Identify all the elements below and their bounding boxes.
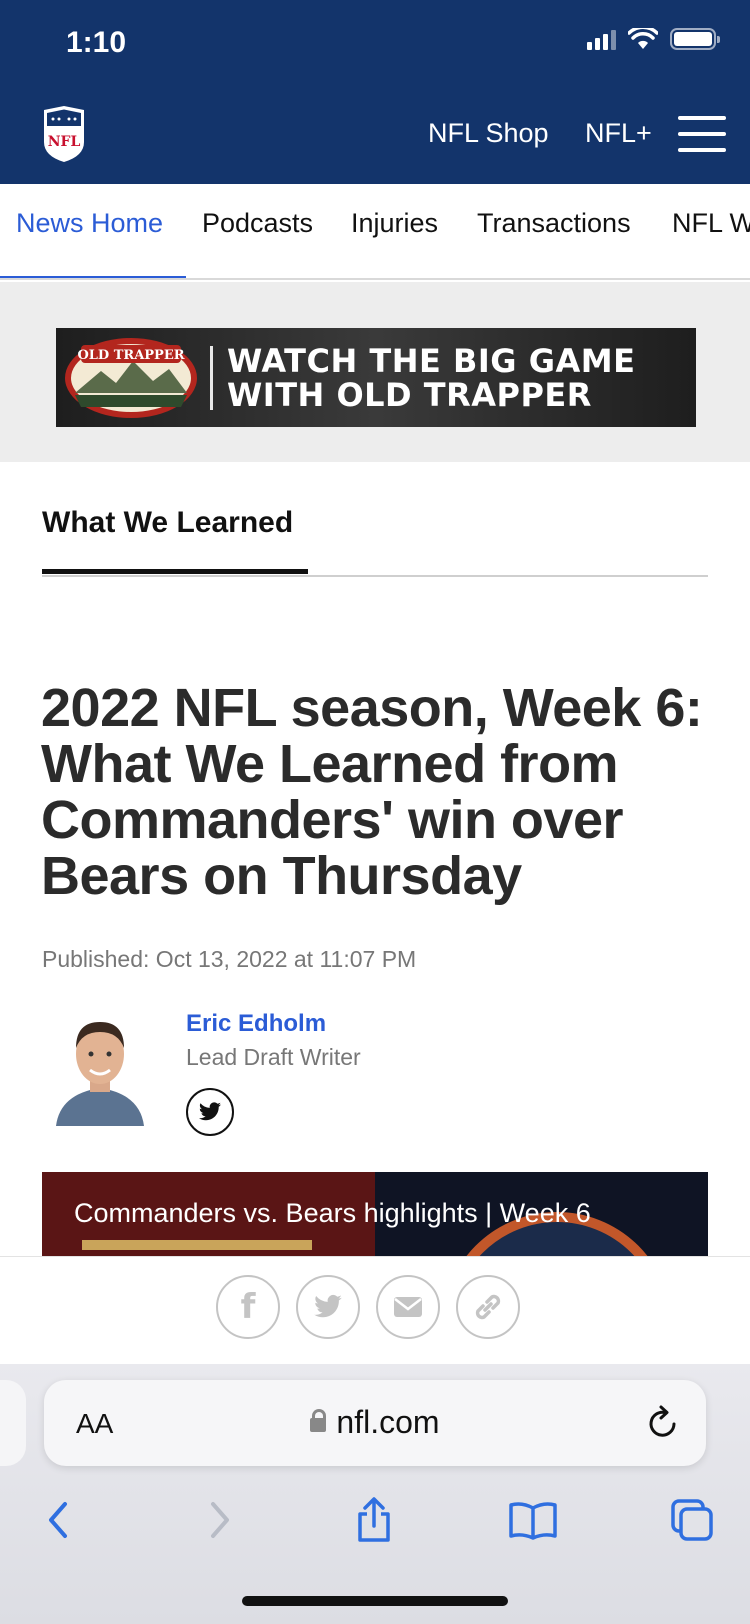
browser-toolbar: AA nfl.com xyxy=(0,1364,750,1624)
ad-brand-text: OLD TRAPPER xyxy=(77,348,184,363)
author-avatar[interactable] xyxy=(56,1008,144,1126)
video-title: Commanders vs. Bears highlights | Week 6 xyxy=(74,1198,591,1228)
cellular-signal-icon xyxy=(587,28,616,50)
article-headline: 2022 NFL season, Week 6: What We Learned… xyxy=(41,678,703,906)
ad-line-1: WATCH THE BIG GAME xyxy=(227,341,636,380)
ad-banner[interactable]: OLD TRAPPER WATCH THE BIG GAME WITH OLD … xyxy=(56,328,696,427)
status-time: 1:10 xyxy=(66,26,127,59)
share-email-button[interactable] xyxy=(376,1275,440,1339)
subnav-item-injuries[interactable]: Injuries xyxy=(351,208,438,239)
author-name-link[interactable]: Eric Edholm xyxy=(186,1010,326,1038)
tabs-icon xyxy=(671,1499,713,1541)
video-thumbnail-logo xyxy=(82,1240,312,1250)
twitter-icon xyxy=(199,1102,221,1121)
share-twitter-button[interactable] xyxy=(296,1275,360,1339)
section-divider xyxy=(42,575,708,577)
sub-nav: News Home Podcasts Injuries Transactions… xyxy=(0,184,750,280)
previous-tab-preview[interactable] xyxy=(0,1380,26,1466)
address-bar[interactable]: AA nfl.com xyxy=(44,1380,706,1466)
section-active-indicator xyxy=(42,569,308,574)
battery-icon xyxy=(670,28,720,50)
share-icon xyxy=(358,1497,390,1542)
subnav-item-nfl-w[interactable]: NFL W xyxy=(672,208,750,239)
share-bar: f xyxy=(0,1256,750,1364)
svg-text:NFL: NFL xyxy=(48,134,81,150)
menu-icon[interactable] xyxy=(678,116,726,152)
subnav-item-transactions[interactable]: Transactions xyxy=(477,208,631,239)
lock-icon xyxy=(310,1408,327,1432)
share-button[interactable] xyxy=(346,1492,402,1548)
ad-band: OLD TRAPPER WATCH THE BIG GAME WITH OLD … xyxy=(0,282,750,462)
bookmarks-button[interactable] xyxy=(505,1492,561,1548)
forward-button[interactable] xyxy=(192,1492,248,1548)
video-player[interactable]: Commanders vs. Bears highlights | Week 6 xyxy=(42,1172,708,1256)
reload-icon[interactable] xyxy=(646,1404,680,1440)
email-icon xyxy=(394,1297,422,1317)
back-button[interactable] xyxy=(30,1492,86,1548)
published-date: Published: Oct 13, 2022 at 11:07 PM xyxy=(42,946,417,972)
chevron-right-icon xyxy=(211,1502,229,1538)
author-twitter-button[interactable] xyxy=(186,1088,234,1136)
twitter-icon xyxy=(314,1294,342,1318)
ad-divider xyxy=(210,345,213,410)
home-indicator[interactable] xyxy=(242,1596,508,1606)
nfl-logo[interactable]: NFL xyxy=(40,104,88,164)
section-tab-what-we-learned[interactable]: What We Learned xyxy=(42,506,293,540)
subnav-item-podcasts[interactable]: Podcasts xyxy=(202,208,313,239)
old-trapper-logo: OLD TRAPPER xyxy=(56,328,206,427)
wifi-icon xyxy=(628,28,658,49)
top-header: 1:10 NFL NFL Shop NFL+ xyxy=(0,0,750,184)
nfl-plus-link[interactable]: NFL+ xyxy=(585,118,652,149)
subnav-item-news-home[interactable]: News Home xyxy=(16,208,163,239)
author-role: Lead Draft Writer xyxy=(186,1044,361,1070)
book-icon xyxy=(509,1502,557,1540)
ad-text: WATCH THE BIG GAME WITH OLD TRAPPER xyxy=(227,344,635,412)
status-icons xyxy=(587,28,720,50)
nfl-shop-link[interactable]: NFL Shop xyxy=(428,118,549,149)
chevron-left-icon xyxy=(49,1502,67,1538)
url-display[interactable]: nfl.com xyxy=(44,1404,706,1441)
facebook-icon: f xyxy=(240,1287,256,1327)
active-tab-indicator xyxy=(0,276,186,278)
link-icon xyxy=(475,1294,501,1320)
url-text: nfl.com xyxy=(336,1404,440,1440)
share-link-button[interactable] xyxy=(456,1275,520,1339)
tabs-button[interactable] xyxy=(664,1492,720,1548)
share-facebook-button[interactable]: f xyxy=(216,1275,280,1339)
ad-line-2: WITH OLD TRAPPER xyxy=(227,375,592,414)
